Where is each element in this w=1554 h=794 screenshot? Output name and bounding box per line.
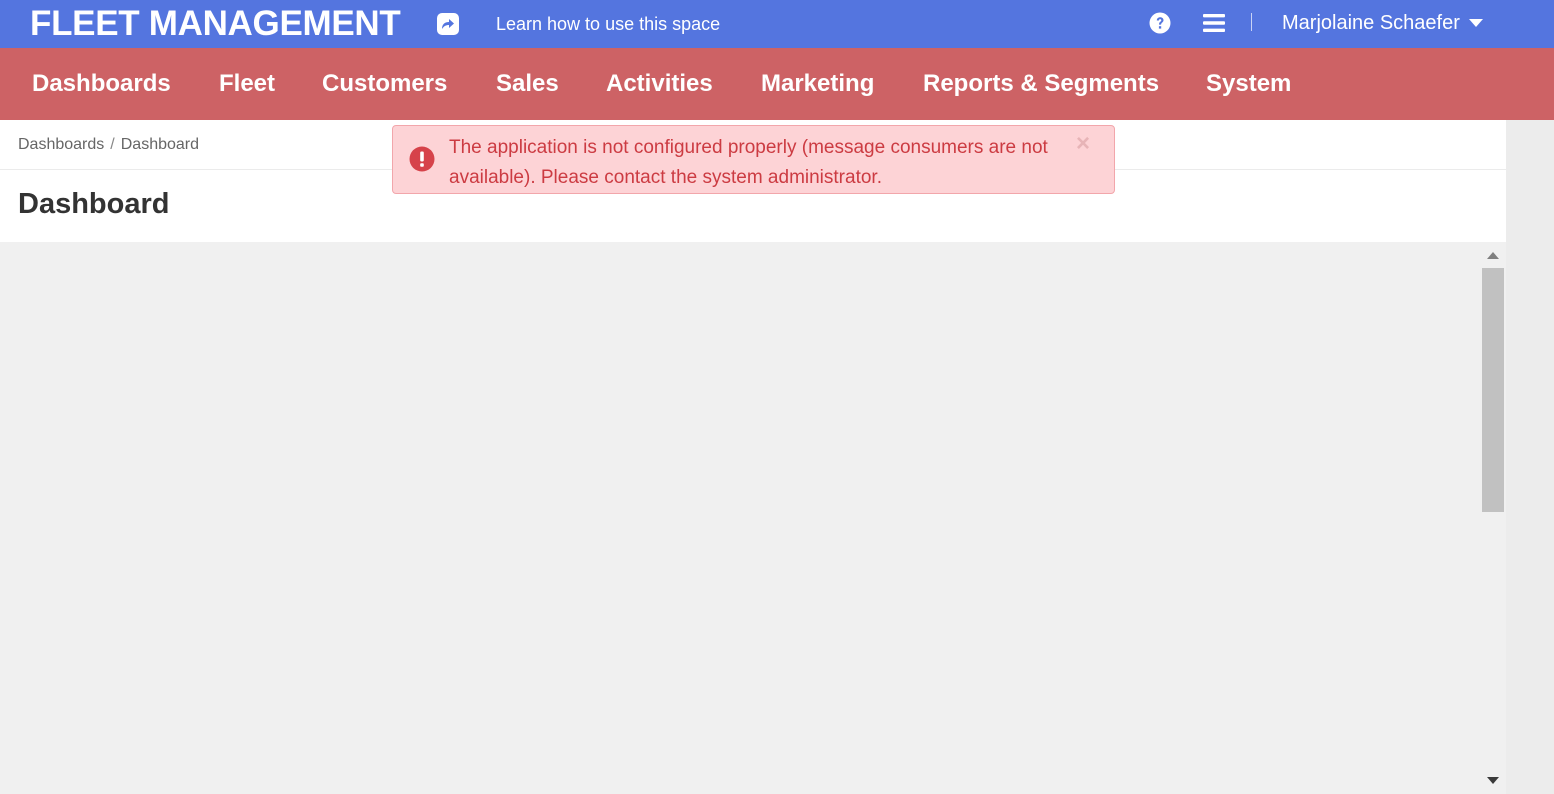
breadcrumb-dashboards[interactable]: Dashboards bbox=[18, 136, 104, 153]
caret-down-icon bbox=[1468, 19, 1483, 27]
alert-close-button[interactable]: × bbox=[1076, 132, 1090, 156]
error-icon bbox=[409, 146, 435, 172]
scroll-thumb[interactable] bbox=[1482, 268, 1504, 512]
main-nav: Dashboards Fleet Customers Sales Activit… bbox=[0, 48, 1554, 120]
share-icon[interactable] bbox=[437, 13, 459, 35]
nav-item-fleet[interactable]: Fleet bbox=[219, 48, 275, 120]
help-icon[interactable] bbox=[1149, 12, 1171, 34]
nav-item-dashboards[interactable]: Dashboards bbox=[32, 48, 171, 120]
page-title: Dashboard bbox=[18, 188, 170, 220]
scroll-up-arrow-icon[interactable] bbox=[1487, 252, 1499, 259]
top-bar: FLEET MANAGEMENT Learn how to use this s… bbox=[0, 0, 1554, 48]
app-title[interactable]: FLEET MANAGEMENT bbox=[30, 5, 401, 43]
breadcrumb-current: Dashboard bbox=[120, 136, 200, 153]
nav-item-marketing[interactable]: Marketing bbox=[761, 48, 874, 120]
breadcrumb-separator: / bbox=[110, 136, 115, 153]
nav-item-sales[interactable]: Sales bbox=[496, 48, 559, 120]
learn-how-link[interactable]: Learn how to use this space bbox=[496, 14, 720, 35]
nav-item-system[interactable]: System bbox=[1206, 48, 1291, 120]
scrollbar[interactable] bbox=[1482, 248, 1504, 794]
nav-item-activities[interactable]: Activities bbox=[606, 48, 713, 120]
menu-icon[interactable] bbox=[1202, 13, 1226, 33]
alert-message: The application is not configured proper… bbox=[449, 137, 1048, 188]
topbar-divider bbox=[1251, 13, 1252, 31]
breadcrumb: Dashboards / Dashboard bbox=[18, 136, 199, 154]
user-menu[interactable]: Marjolaine Schaefer bbox=[1282, 12, 1483, 35]
right-gutter bbox=[1506, 120, 1554, 794]
error-alert: The application is not configured proper… bbox=[392, 125, 1115, 194]
user-name: Marjolaine Schaefer bbox=[1282, 12, 1460, 34]
nav-item-reports-segments[interactable]: Reports & Segments bbox=[923, 48, 1159, 120]
nav-item-customers[interactable]: Customers bbox=[322, 48, 447, 120]
scroll-down-arrow-icon[interactable] bbox=[1487, 777, 1499, 784]
page-content: Dashboards / Dashboard Dashboard bbox=[0, 120, 1506, 794]
